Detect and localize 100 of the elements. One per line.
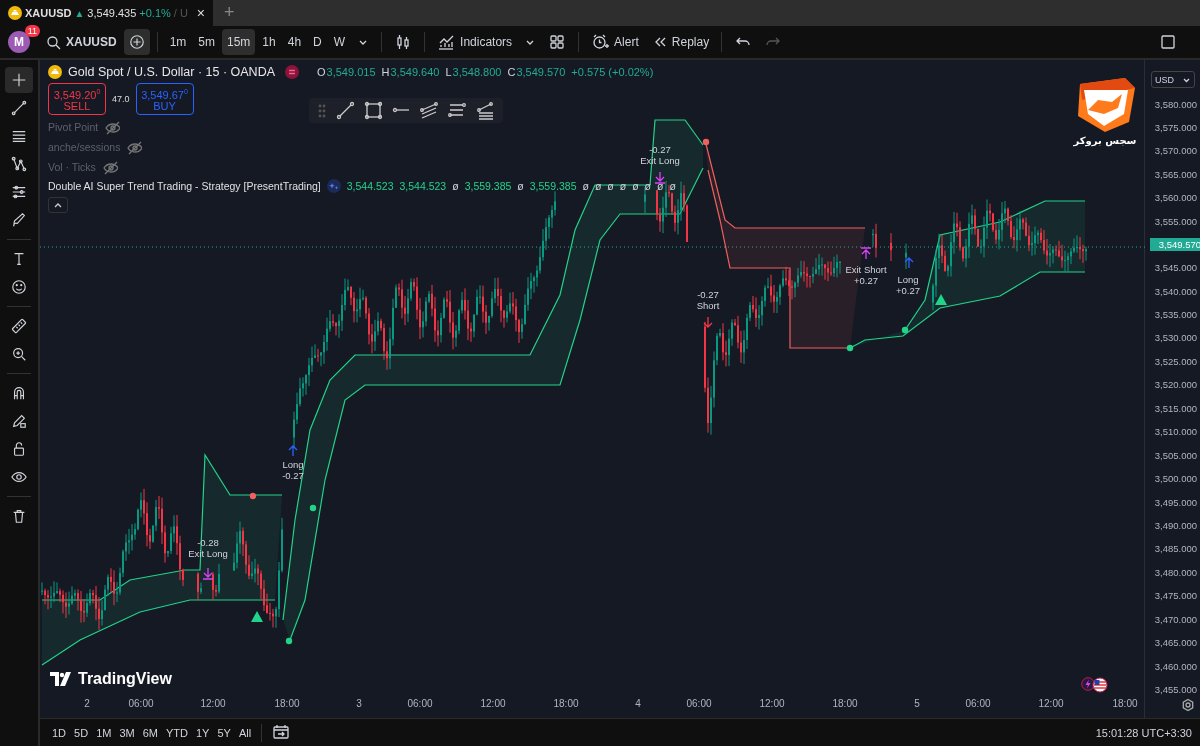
price-label: 3,480.000 — [1153, 565, 1198, 580]
price-label: 3,520.000 — [1153, 378, 1198, 393]
empty-value: ø — [452, 179, 459, 192]
price-label: 3,455.000 — [1153, 683, 1198, 697]
price-label: 3,475.000 — [1153, 589, 1198, 604]
time-label: 18:00 — [274, 698, 300, 709]
range-button[interactable]: 3M — [115, 721, 139, 744]
interval-tab[interactable]: 4h — [282, 29, 307, 55]
empty-value: ø — [517, 179, 524, 192]
clock-text: 15:01:28 UTC+3:30 — [1095, 726, 1192, 739]
price-label: 3,565.000 — [1153, 167, 1198, 182]
price-label: 3,490.000 — [1153, 518, 1198, 533]
price-label: 3,500.000 — [1153, 472, 1198, 487]
tab-text: / U — [173, 7, 188, 19]
avatar[interactable]: M — [8, 31, 30, 53]
empty-value: ø — [644, 179, 651, 192]
time-label: 5 — [914, 698, 920, 709]
indicator-value: 3,559.385 — [529, 179, 577, 192]
interval-tab[interactable]: 1h — [257, 29, 281, 55]
time-label: 18:00 — [1112, 698, 1138, 709]
price-label: 3,465.000 — [1153, 636, 1198, 651]
time-label: 06:00 — [686, 698, 712, 709]
ohlc-value: C3,549.570 — [507, 66, 566, 78]
indicator-value: 3,544.523 — [399, 179, 447, 192]
range-button[interactable]: 5Y — [213, 721, 235, 744]
price-label: 3,525.000 — [1153, 354, 1198, 369]
strategy-name: Double AI Super Trend Trading - Strategy [PresentTrading] — [48, 179, 321, 192]
range-button[interactable]: 5D — [70, 721, 93, 744]
price-label: 3,555.000 — [1153, 214, 1198, 229]
indicator-value: 3,559.385 — [464, 179, 512, 192]
time-label: 12:00 — [759, 698, 785, 709]
price-label: 3,560.000 — [1153, 191, 1198, 206]
buy-button[interactable]: 3,549.67$^{0}$ BUY — [135, 83, 194, 115]
sell-button[interactable]: 3,549.20$^{0}$ SELL — [48, 83, 106, 115]
time-label: 2 — [84, 698, 90, 709]
new-tab-button[interactable]: + — [221, 1, 238, 23]
empty-value: ø — [669, 179, 676, 192]
empty-value: ø — [632, 179, 639, 192]
price-label: 3,570.000 — [1153, 144, 1198, 159]
range-button[interactable]: All — [234, 721, 256, 744]
ohlc-value: L3,548.800 — [445, 66, 502, 78]
empty-value: ø — [607, 179, 614, 192]
range-button[interactable]: 1Y — [191, 721, 214, 744]
tab-symbol: XAUUSD — [25, 7, 72, 19]
time-label: 06:00 — [128, 698, 154, 709]
tab-price: 3,549.435 — [87, 7, 137, 19]
range-button[interactable]: 1M — [92, 721, 116, 744]
trade-label: Long +0.27 — [896, 274, 920, 296]
up-arrow: ▲ — [74, 7, 85, 19]
price-label: 3,515.000 — [1153, 401, 1198, 416]
chart-title: Gold Spot / U.S. Dollar · 15 · OANDA — [68, 65, 275, 79]
empty-value: ø — [594, 179, 602, 192]
price-label: 3,540.000 — [1153, 284, 1198, 299]
time-label: 18:00 — [832, 698, 858, 709]
time-label: 4 — [635, 698, 641, 709]
indicator-value: 3,544.523 — [346, 179, 394, 192]
replay-button[interactable]: Replay — [645, 29, 715, 55]
close-tab-button[interactable]: × — [194, 5, 208, 21]
trade-label: Exit Short +0.27 — [845, 264, 887, 286]
price-label: 3,485.000 — [1153, 542, 1198, 557]
indicator-name: Vol · Ticks — [48, 160, 96, 173]
price-label: 3,510.000 — [1153, 425, 1198, 440]
empty-value: ø — [619, 179, 627, 192]
symbol-search-button[interactable]: XAUUSD — [40, 29, 122, 55]
time-label: 12:00 — [200, 698, 226, 709]
interval-tab[interactable]: 5m — [193, 29, 220, 55]
time-label: 06:00 — [965, 698, 991, 709]
browser-tab[interactable]: XAUUSD ▲ 3,549.435 +0.1% / U × — [0, 0, 214, 26]
ohlc-value: H3,549.640 — [381, 66, 440, 78]
watermark-text: TradingView — [78, 670, 172, 688]
current-price-label: 3,549.570 — [1150, 237, 1200, 251]
time-label: 3 — [356, 698, 362, 709]
price-label: 3,495.000 — [1153, 495, 1198, 510]
price-label: 3,545.000 — [1153, 261, 1198, 276]
price-label: 3,575.000 — [1153, 120, 1198, 135]
interval-tab[interactable]: D — [308, 29, 327, 55]
interval-tab[interactable]: 15m — [222, 29, 256, 55]
range-button[interactable]: YTD — [161, 721, 192, 744]
ohlc-value: O3,549.015 — [317, 66, 376, 78]
interval-tab[interactable]: 1m — [164, 29, 192, 55]
price-label: 3,535.000 — [1153, 308, 1198, 322]
indicator-name: anche/sessions — [48, 140, 121, 153]
indicators-button[interactable]: Indicators — [432, 29, 518, 55]
price-label: 3,580.000 — [1153, 97, 1198, 112]
range-button[interactable]: 6M — [138, 721, 162, 744]
empty-value: ø — [582, 179, 589, 192]
interval-tab[interactable]: W — [328, 29, 351, 55]
empty-value: ø — [657, 179, 664, 192]
price-change: +0.575 (+0.02%) — [571, 66, 654, 78]
price-label: 3,505.000 — [1153, 448, 1198, 463]
time-label: 06:00 — [407, 698, 433, 709]
currency-dropdown[interactable]: USD — [1151, 71, 1195, 88]
spread-value: 47.0 — [112, 93, 130, 104]
time-label: 12:00 — [1038, 698, 1064, 709]
range-button[interactable]: 1D — [48, 721, 71, 744]
price-label: 3,460.000 — [1153, 659, 1198, 674]
price-label: 3,530.000 — [1153, 331, 1198, 346]
trade-label: -0.27 Short — [696, 289, 720, 311]
indicator-name: Pivot Point — [48, 120, 99, 133]
alert-button[interactable]: Alert — [586, 29, 644, 55]
